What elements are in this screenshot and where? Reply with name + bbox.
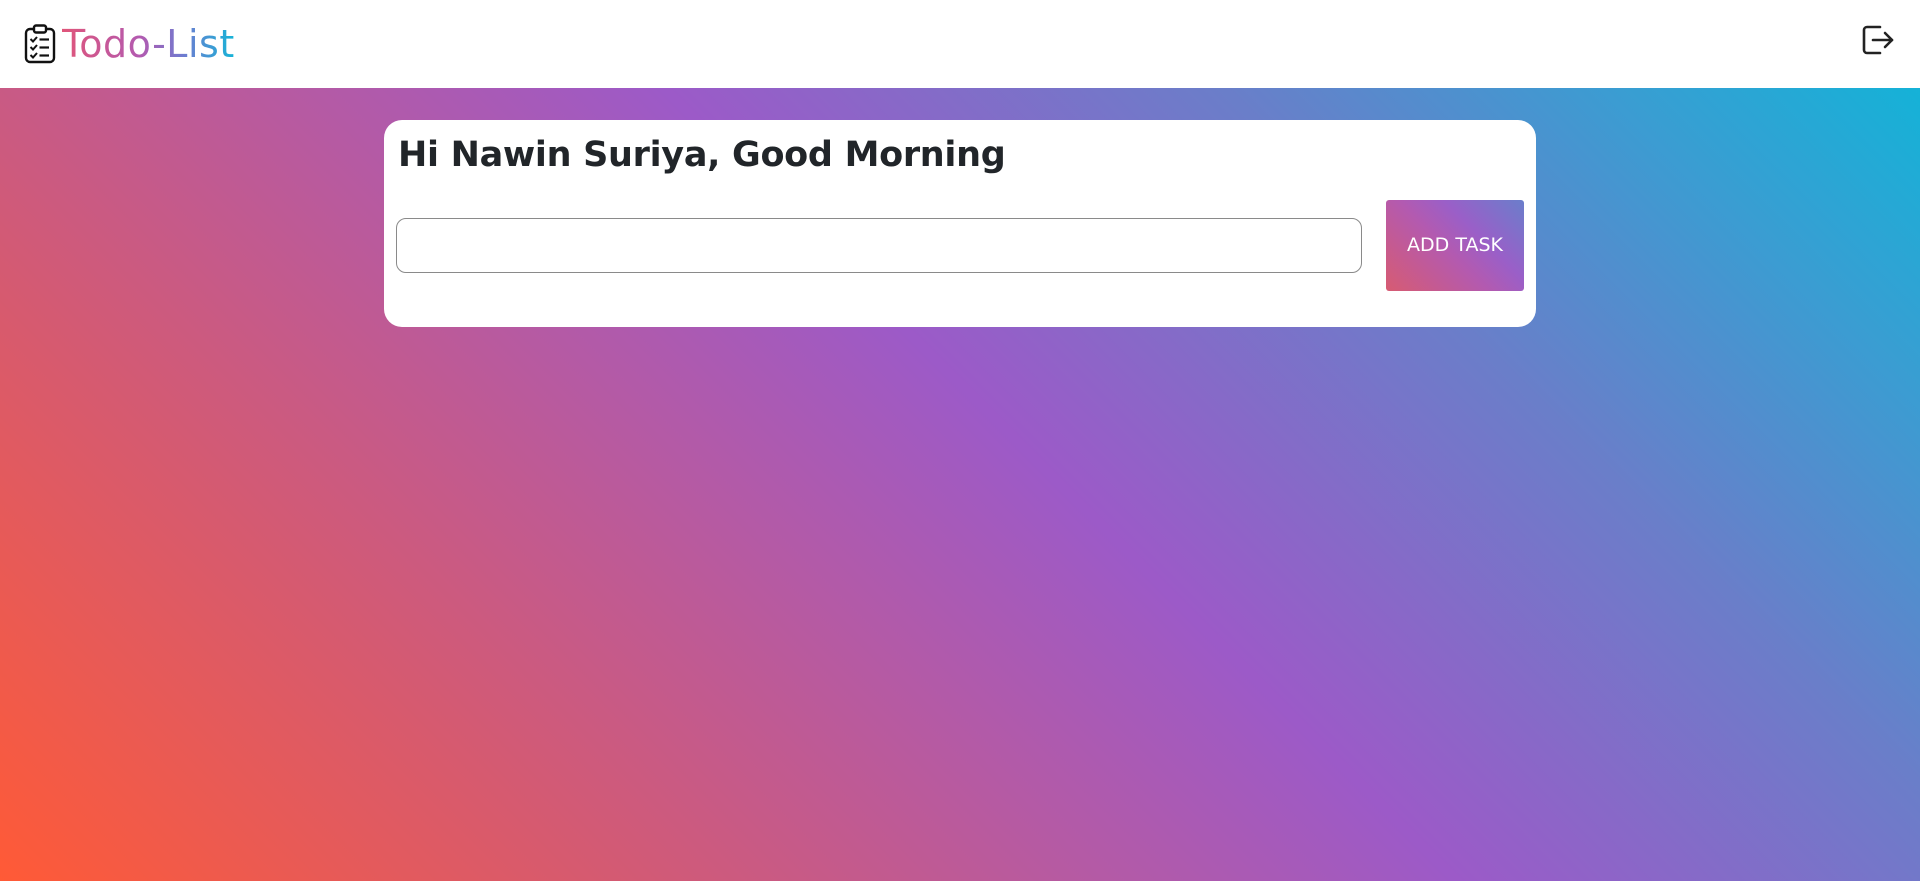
logout-icon xyxy=(1861,23,1895,62)
greeting-heading: Hi Nawin Suriya, Good Morning xyxy=(398,135,1006,175)
add-task-row: ADD TASK xyxy=(396,200,1524,291)
task-input[interactable] xyxy=(396,218,1362,273)
navbar: Todo-List xyxy=(0,0,1920,88)
clipboard-checklist-icon xyxy=(24,23,58,65)
brand[interactable]: Todo-List xyxy=(24,23,235,65)
add-task-button[interactable]: ADD TASK xyxy=(1386,200,1524,291)
task-card: Hi Nawin Suriya, Good Morning ADD TASK xyxy=(384,120,1536,327)
brand-title: Todo-List xyxy=(62,22,235,66)
logout-button[interactable] xyxy=(1858,22,1898,62)
